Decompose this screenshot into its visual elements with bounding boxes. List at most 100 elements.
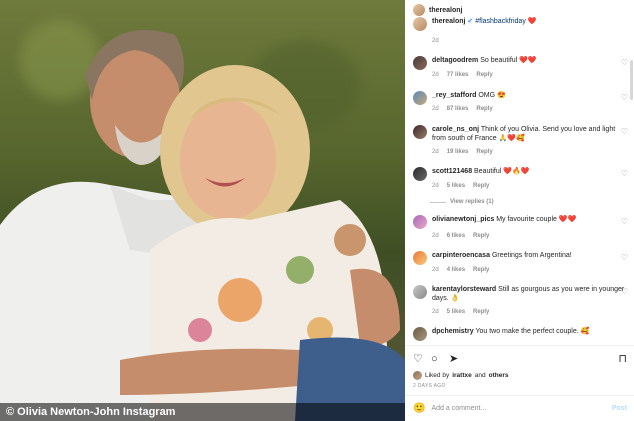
- post-caption: therealonj ✔ #flashbackfriday ❤️: [413, 17, 627, 31]
- avatar[interactable]: [413, 167, 427, 181]
- reply-button[interactable]: Reply: [473, 267, 489, 273]
- timestamp[interactable]: 2d: [432, 149, 439, 155]
- photo-credit: © Olivia Newton-John Instagram: [0, 403, 405, 421]
- couple-illustration: [0, 30, 405, 421]
- timestamp[interactable]: 2d: [432, 267, 439, 273]
- avatar[interactable]: [413, 91, 427, 105]
- emoji-icon[interactable]: 🙂: [413, 403, 425, 414]
- avatar[interactable]: [413, 17, 427, 31]
- view-replies-label[interactable]: View replies (1): [450, 199, 494, 205]
- comment: dpchemistry You two make the perfect cou…: [413, 327, 627, 341]
- post-detail-panel: therealonj therealonj ✔ #flashbackfriday…: [405, 0, 634, 421]
- comment-username[interactable]: carole_ns_onj: [432, 126, 479, 133]
- avatar[interactable]: [413, 4, 425, 16]
- post-button[interactable]: Post: [612, 405, 627, 412]
- liked-by: Liked by irattxe and others: [413, 371, 508, 380]
- author-username[interactable]: therealonj: [429, 7, 462, 14]
- heart-icon[interactable]: ♡: [621, 93, 628, 102]
- likes-count[interactable]: 6 likes: [447, 233, 465, 239]
- comment-meta: 2d 5 likes Reply: [432, 309, 489, 315]
- reply-button[interactable]: Reply: [473, 309, 489, 315]
- comment-username[interactable]: carpinteroencasa: [432, 252, 490, 259]
- caption-meta: 2d: [432, 38, 439, 44]
- heart-icon[interactable]: ♡: [621, 287, 628, 296]
- reply-button[interactable]: Reply: [473, 183, 489, 189]
- comment-composer: 🙂 Add a comment... Post: [413, 402, 627, 414]
- comment: scott121468 Beautiful ❤️🔥❤️: [413, 167, 627, 181]
- comment: carpinteroencasa Greetings from Argentin…: [413, 251, 627, 265]
- verified-icon: ✔: [467, 18, 474, 25]
- avatar[interactable]: [413, 215, 427, 229]
- avatar[interactable]: [413, 251, 427, 265]
- timestamp[interactable]: 2d: [432, 106, 439, 112]
- reply-button[interactable]: Reply: [476, 72, 492, 78]
- likes-count[interactable]: 19 likes: [447, 149, 469, 155]
- comment-input[interactable]: Add a comment...: [431, 405, 605, 412]
- post-header: therealonj: [413, 3, 462, 17]
- heart-icon[interactable]: ♡: [621, 169, 628, 178]
- timestamp[interactable]: 2d: [432, 183, 439, 189]
- caption-emoji: ❤️: [527, 18, 537, 25]
- comment-icon[interactable]: ○: [431, 352, 438, 366]
- avatar[interactable]: [413, 125, 427, 139]
- comment-username[interactable]: karentaylorsteward: [432, 286, 496, 293]
- timestamp[interactable]: 2d: [432, 233, 439, 239]
- comment-meta: 2d 19 likes Reply: [432, 149, 493, 155]
- liked-by-others[interactable]: others: [489, 372, 509, 379]
- comment: deltagoodrem So beautiful ❤️❤️: [413, 56, 627, 70]
- view-replies-button[interactable]: View replies (1): [430, 199, 494, 205]
- comment-meta: 2d 5 likes Reply: [432, 183, 489, 189]
- post-photo: © Olivia Newton-John Instagram: [0, 0, 405, 421]
- comment-text: OMG 😍: [478, 92, 506, 99]
- comment-text: My favourite couple ❤️❤️: [496, 216, 577, 223]
- heart-icon[interactable]: ♡: [621, 127, 628, 136]
- likes-count[interactable]: 4 likes: [447, 267, 465, 273]
- reply-button[interactable]: Reply: [473, 233, 489, 239]
- heart-icon[interactable]: ♡: [621, 217, 628, 226]
- comment-username[interactable]: scott121468: [432, 168, 472, 175]
- comment-text: So beautiful ❤️❤️: [480, 57, 537, 64]
- comment-meta: 2d 4 likes Reply: [432, 267, 489, 273]
- post-date[interactable]: 2 DAYS AGO: [413, 383, 446, 389]
- comment: karentaylorsteward Still as gourgous as …: [413, 285, 627, 303]
- share-icon[interactable]: ➤: [449, 352, 458, 366]
- reply-button[interactable]: Reply: [476, 106, 492, 112]
- comment-username[interactable]: olivianewtonj_pics: [432, 216, 494, 223]
- reply-line: [430, 201, 446, 203]
- divider: [405, 395, 634, 396]
- comment-text: Beautiful ❤️🔥❤️: [474, 168, 530, 175]
- likes-count[interactable]: 87 likes: [447, 106, 469, 112]
- timestamp[interactable]: 2d: [432, 72, 439, 78]
- liked-by-user[interactable]: irattxe: [452, 372, 472, 379]
- timestamp[interactable]: 2d: [432, 309, 439, 315]
- likes-count[interactable]: 5 likes: [447, 183, 465, 189]
- comment: olivianewtonj_pics My favourite couple ❤…: [413, 215, 627, 229]
- comments-scrollbar[interactable]: [630, 60, 633, 100]
- avatar[interactable]: [413, 285, 427, 299]
- comment: _rey_stafford OMG 😍: [413, 91, 627, 105]
- avatar[interactable]: [413, 371, 422, 380]
- heart-icon[interactable]: ♡: [413, 352, 423, 366]
- divider: [405, 345, 634, 346]
- hashtag-link[interactable]: #flashbackfriday: [475, 18, 526, 25]
- post-actions: ♡ ○ ➤ ⊓: [413, 352, 627, 366]
- reply-button[interactable]: Reply: [476, 149, 492, 155]
- comment-text: Greetings from Argentina!: [491, 252, 572, 259]
- comment-username[interactable]: dpchemistry: [432, 328, 474, 335]
- heart-icon[interactable]: ♡: [621, 253, 628, 262]
- likes-count[interactable]: 77 likes: [447, 72, 469, 78]
- comment: carole_ns_onj Think of you Olivia. Send …: [413, 125, 627, 143]
- comment-username[interactable]: _rey_stafford: [432, 92, 476, 99]
- heart-icon[interactable]: ♡: [621, 58, 628, 67]
- comment-meta: 2d 6 likes Reply: [432, 233, 489, 239]
- likes-count[interactable]: 5 likes: [447, 309, 465, 315]
- avatar[interactable]: [413, 327, 427, 341]
- liked-by-conj: and: [474, 372, 486, 379]
- bookmark-icon[interactable]: ⊓: [618, 352, 627, 366]
- comment-username[interactable]: deltagoodrem: [432, 57, 478, 64]
- comment-text: You two make the perfect couple. 🥰: [475, 328, 590, 335]
- caption-author[interactable]: therealonj: [432, 18, 465, 25]
- comment-meta: 2d 87 likes Reply: [432, 106, 493, 112]
- timestamp[interactable]: 2d: [432, 38, 439, 44]
- avatar[interactable]: [413, 56, 427, 70]
